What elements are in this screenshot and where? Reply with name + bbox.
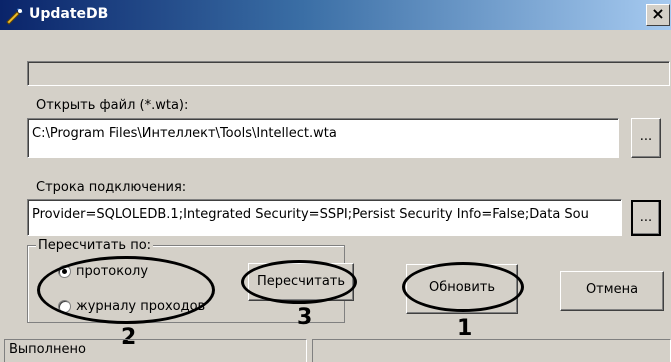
updatedb-window: UpdateDB × Открыть файл (*.wta): C:\Prog…	[0, 0, 671, 362]
browse-file-button[interactable]: ...	[631, 118, 661, 158]
window-title: UpdateDB	[29, 6, 109, 22]
annotation-ring-radios	[37, 256, 215, 324]
annotation-ring-update	[402, 262, 524, 312]
recalc-group-legend: Пересчитать по:	[36, 238, 154, 253]
file-label: Открыть файл (*.wta):	[36, 98, 189, 113]
connection-string-field[interactable]: Provider=SQLOLEDB.1;Integrated Security=…	[27, 199, 622, 236]
close-button[interactable]: ×	[646, 4, 670, 26]
annotation-number-1: 1	[457, 316, 473, 341]
cancel-button[interactable]: Отмена	[560, 271, 664, 311]
app-icon	[6, 7, 24, 25]
status-panel-right	[312, 339, 671, 362]
progress-bar	[27, 61, 670, 86]
annotation-ring-recalculate	[241, 260, 357, 304]
annotation-number-3: 3	[297, 305, 313, 330]
browse-connection-button[interactable]: ...	[631, 200, 661, 236]
close-icon: ×	[651, 4, 665, 23]
status-text: Выполнено	[4, 339, 307, 362]
title-bar[interactable]: UpdateDB ×	[0, 0, 671, 30]
connection-label: Строка подключения:	[36, 180, 187, 195]
file-path-field[interactable]: C:\Program Files\Интеллект\Tools\Intelle…	[27, 118, 619, 158]
